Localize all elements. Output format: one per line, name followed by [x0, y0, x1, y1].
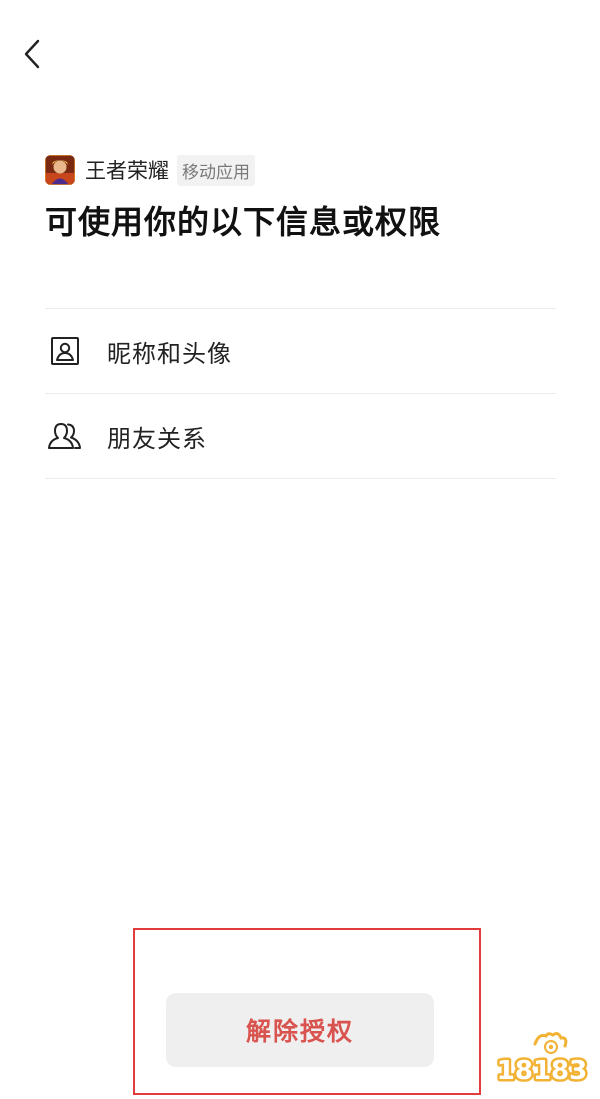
page-title: 可使用你的以下信息或权限: [45, 203, 442, 241]
permission-label: 朋友关系: [107, 424, 207, 453]
permission-label: 昵称和头像: [107, 339, 232, 368]
app-info: 王者荣耀 移动应用: [45, 154, 255, 186]
app-type-badge: 移动应用: [177, 154, 255, 186]
permission-list: 昵称和头像 朋友关系: [45, 308, 556, 479]
app-name: 王者荣耀: [85, 159, 169, 183]
profile-card-icon: [47, 333, 83, 369]
game-app-icon: [45, 155, 75, 185]
watermark-logo: 18183: [491, 1030, 591, 1090]
chevron-left-icon: [24, 39, 40, 69]
revoke-authorization-button[interactable]: 解除授权: [166, 993, 434, 1067]
friends-icon: [47, 418, 83, 454]
permission-item-profile: 昵称和头像: [45, 309, 556, 394]
back-button[interactable]: [14, 34, 50, 74]
watermark-text: 18183: [497, 1056, 587, 1086]
permission-item-friends: 朋友关系: [45, 394, 556, 479]
